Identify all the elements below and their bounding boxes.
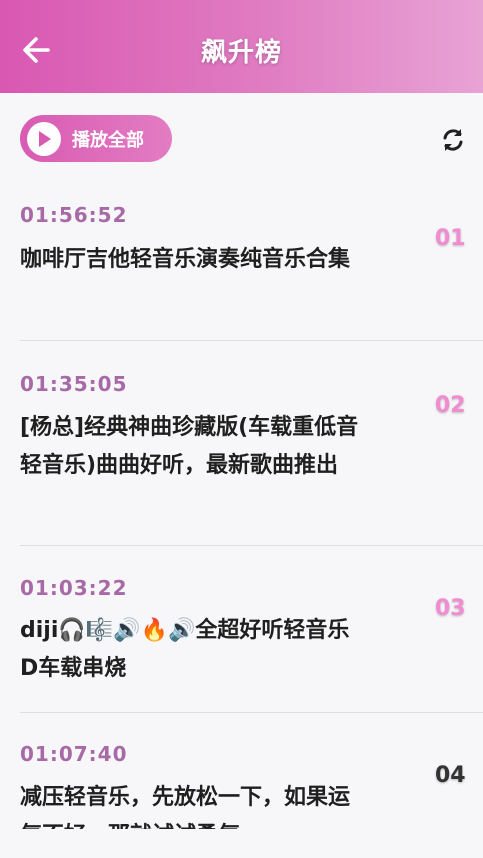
song-title: [杨总]经典神曲珍藏版(车载重低音轻音乐)曲曲好听，最新歌曲推出	[20, 415, 359, 478]
song-item[interactable]: 01:07:40 减压轻音乐，先放松一下，如果运气不好，那就试试勇气 04	[0, 713, 483, 829]
song-duration: 01:35:05	[20, 372, 128, 396]
play-all-label: 播放全部	[72, 129, 144, 151]
song-rank: 02	[435, 393, 466, 418]
song-rank: 04	[435, 763, 466, 788]
play-icon	[27, 121, 61, 156]
list-toolbar: 播放全部	[0, 93, 483, 181]
song-item[interactable]: 01:35:05 [杨总]经典神曲珍藏版(车载重低音轻音乐)曲曲好听，最新歌曲推…	[0, 341, 483, 545]
refresh-button[interactable]	[436, 123, 470, 157]
song-title: diji🎧🎼🔊🔥🔊全超好听轻音乐D车载串烧	[20, 618, 350, 681]
header-bar: 飙升榜	[0, 0, 483, 93]
song-rank: 01	[435, 226, 466, 251]
song-duration: 01:03:22	[20, 576, 128, 600]
song-item[interactable]: 01:03:22 diji🎧🎼🔊🔥🔊全超好听轻音乐D车载串烧 03	[0, 546, 483, 712]
refresh-icon	[443, 129, 463, 151]
song-duration: 01:07:40	[20, 742, 128, 766]
song-rank: 03	[435, 596, 466, 621]
song-title: 咖啡厅吉他轻音乐演奏纯音乐合集	[20, 247, 351, 272]
song-title: 减压轻音乐，先放松一下，如果运气不好，那就试试勇气	[20, 785, 351, 829]
song-list: 01:56:52 咖啡厅吉他轻音乐演奏纯音乐合集 01 01:35:05 [杨总…	[0, 181, 483, 829]
song-duration: 01:56:52	[20, 203, 128, 227]
song-item[interactable]: 01:56:52 咖啡厅吉他轻音乐演奏纯音乐合集 01	[0, 181, 483, 340]
page-title: 飙升榜	[200, 38, 282, 68]
play-all-button[interactable]: 播放全部	[20, 115, 172, 162]
